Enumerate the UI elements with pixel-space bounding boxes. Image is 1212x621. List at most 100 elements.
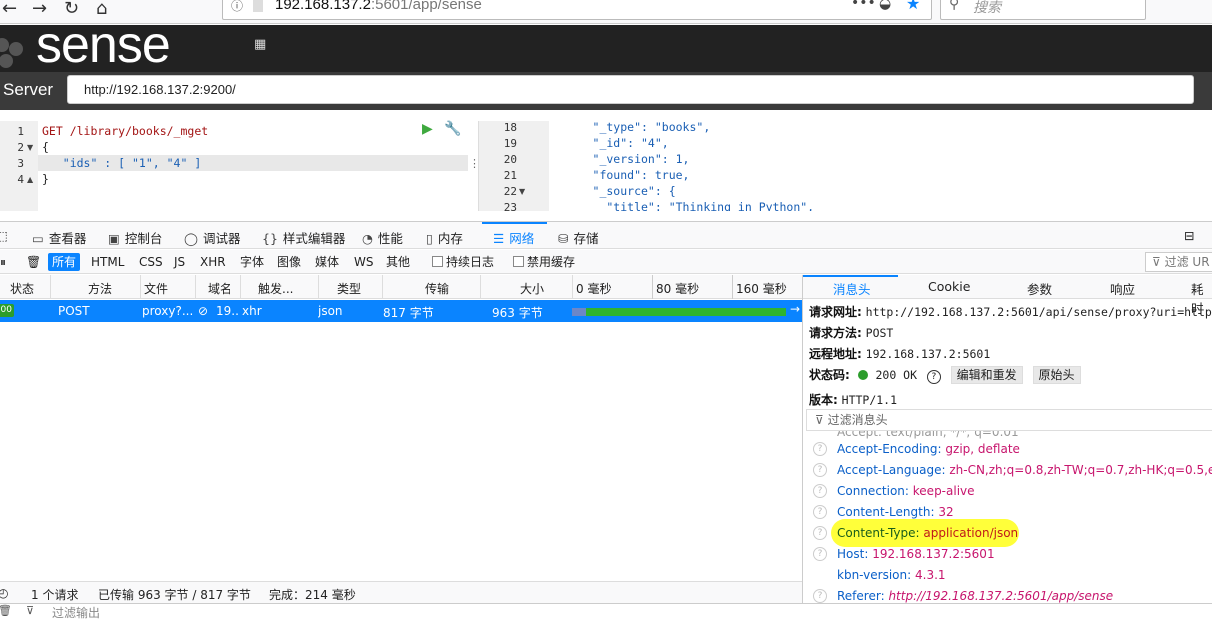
tab-params[interactable]: 参数 [1027, 279, 1052, 298]
fold-icon[interactable]: ▼ [519, 187, 525, 196]
filter-other[interactable]: 其他 [382, 253, 414, 271]
tab-style-editor[interactable]: {} 样式编辑器 [262, 228, 345, 247]
tab-debugger[interactable]: ◯ 调试器 [184, 228, 241, 247]
info-icon[interactable]: ⓘ [231, 0, 243, 14]
console-input-bar[interactable]: 🗑 ⊽ 过滤输出 [0, 603, 1212, 620]
request-details-panel: 消息头 Cookie 参数 响应 耗时 请求网址: http://192.168… [802, 275, 1212, 603]
persist-log-checkbox[interactable]: 持续日志 [428, 253, 498, 271]
console-filter-placeholder: 过滤输出 [52, 606, 101, 620]
table-row[interactable]: 200 POST proxy?... ⊘ 19... xhr json 817 … [0, 300, 802, 322]
help-icon[interactable]: ? [813, 442, 827, 456]
waterfall-bar [586, 308, 786, 316]
help-icon[interactable]: ? [926, 370, 941, 384]
filter-css[interactable]: CSS [135, 253, 167, 271]
line-number: 2 [17, 141, 24, 154]
line-number: 20 [503, 153, 517, 166]
request-size: 963 字节 [492, 306, 543, 320]
header-row[interactable]: Content-Type: application/json [837, 526, 1018, 540]
help-icon[interactable]: ? [813, 484, 827, 498]
header-row[interactable]: Accept-Encoding: gzip, deflate [837, 442, 1020, 456]
raw-headers-button[interactable]: 原始头 [1032, 366, 1081, 384]
filter-js[interactable]: JS [170, 253, 189, 271]
tab-storage[interactable]: ⛁ 存储 [558, 228, 599, 247]
tab-response[interactable]: 响应 [1110, 279, 1135, 298]
send-request-icon[interactable]: ▶ [422, 121, 433, 137]
column-file[interactable]: 文件 [144, 280, 178, 297]
search-placeholder: 搜索 [973, 0, 1001, 16]
request-count: 1 个请求 [31, 588, 79, 602]
waterfall-blocked-segment [572, 308, 586, 316]
filter-images[interactable]: 图像 [273, 253, 305, 271]
filter-urls-input[interactable]: ⊽ 过滤 UR [1145, 252, 1212, 272]
inspect-picker-icon[interactable]: ⬚ [0, 228, 8, 243]
waterfall-tick: 0 毫秒 [576, 282, 612, 296]
fold-icon[interactable]: ▼ [27, 143, 33, 152]
tab-headers[interactable]: 消息头 [833, 279, 871, 298]
response-output[interactable]: 18 19 20 21 22 ▼ 23 "_type": "books", "_… [478, 121, 1212, 211]
column-type[interactable]: 类型 [337, 280, 361, 297]
back-icon[interactable]: ← [2, 0, 17, 19]
pause-icon[interactable]: ⏸ [0, 253, 10, 271]
edit-resend-button[interactable]: 编辑和重发 [950, 366, 1023, 384]
address-bar[interactable]: ⓘ 192.168.137.2:5601/app/sense ••• ◒ ★ [222, 0, 932, 20]
header-row[interactable]: Connection: keep-alive [837, 484, 975, 498]
tab-cookie[interactable]: Cookie [928, 279, 970, 294]
filter-xhr[interactable]: XHR [196, 253, 230, 271]
output-line: "title": "Thinking in Python", [551, 200, 815, 211]
tab-inspector[interactable]: ▭ 查看器 [32, 228, 86, 247]
server-label: Server [3, 80, 54, 99]
help-icon[interactable]: ? [813, 589, 827, 603]
filter-all[interactable]: 所有 [48, 253, 81, 271]
request-cause: xhr [242, 304, 262, 318]
filter-headers-input[interactable]: ⊽ 过滤消息头 [806, 409, 1212, 431]
tab-performance[interactable]: ◔ 性能 [362, 228, 403, 247]
column-size[interactable]: 大小 [520, 280, 544, 297]
status-badge: 200 [0, 304, 14, 317]
filter-html[interactable]: HTML [87, 253, 128, 271]
filter-icon: ⊽ [815, 413, 824, 427]
column-transferred[interactable]: 传输 [425, 280, 449, 297]
pocket-icon[interactable]: ◒ [879, 0, 891, 12]
header-row[interactable]: Referer: http://192.168.137.2:5601/app/s… [837, 589, 1113, 603]
help-icon[interactable]: ? [813, 463, 827, 477]
performance-analysis-icon[interactable]: ◴ [0, 586, 8, 600]
address-url[interactable]: 192.168.137.2:5601/app/sense [275, 0, 482, 13]
fold-icon[interactable]: ▲ [27, 175, 33, 184]
header-row[interactable]: Host: 192.168.137.2:5601 [837, 547, 995, 561]
dock-layout-icon[interactable]: ⊟ [1184, 228, 1194, 243]
help-icon[interactable]: ? [813, 505, 827, 519]
search-bar[interactable]: ⚲ 搜索 [940, 0, 1146, 20]
sense-header: sense ▦ [0, 16, 1212, 74]
column-domain[interactable]: 域名 [208, 280, 230, 297]
storage-icon: ⛁ [558, 231, 569, 246]
filter-media[interactable]: 媒体 [311, 253, 343, 271]
request-editor[interactable]: 1 2 ▼ 3 4 ▲ GET /library/books/_mget { "… [0, 121, 480, 211]
help-icon[interactable]: ? [813, 526, 827, 540]
server-url-input[interactable]: http://192.168.137.2:9200/ [67, 75, 1194, 104]
filter-icon: ⊽ [1152, 255, 1165, 269]
header-row[interactable]: Accept-Language: zh-CN,zh;q=0.8,zh-TW;q=… [837, 463, 1212, 477]
tab-console[interactable]: ▣ 控制台 [108, 228, 162, 247]
tab-memory[interactable]: ▯ 内存 [426, 228, 463, 247]
sense-logo: sense [36, 16, 171, 74]
column-status[interactable]: 状态 [10, 280, 34, 297]
clear-trash-icon[interactable]: 🗑 [22, 253, 45, 271]
bookmark-star-icon[interactable]: ★ [906, 0, 920, 13]
request-file: proxy?... [142, 304, 194, 318]
column-method[interactable]: 方法 [88, 280, 112, 297]
grid-menu-icon[interactable]: ▦ [254, 37, 266, 52]
disable-cache-checkbox[interactable]: 禁用缓存 [509, 253, 579, 271]
column-cause[interactable]: 触发... [258, 280, 293, 297]
wrench-icon[interactable]: 🔧 [444, 121, 461, 137]
more-icon[interactable]: ••• [851, 0, 876, 11]
help-icon[interactable]: ? [813, 547, 827, 561]
tab-network[interactable]: ☰ 网络 [493, 228, 534, 247]
filter-ws[interactable]: WS [350, 253, 377, 271]
clear-trash-icon[interactable]: 🗑 [0, 604, 12, 617]
inspector-icon: ▭ [32, 231, 44, 246]
memory-icon: ▯ [426, 231, 433, 246]
header-row[interactable]: kbn-version: 4.3.1 [837, 568, 946, 582]
filter-fonts[interactable]: 字体 [236, 253, 268, 271]
header-row[interactable]: Content-Length: 32 [837, 505, 954, 519]
code-line: GET /library/books/_mget [42, 124, 209, 138]
